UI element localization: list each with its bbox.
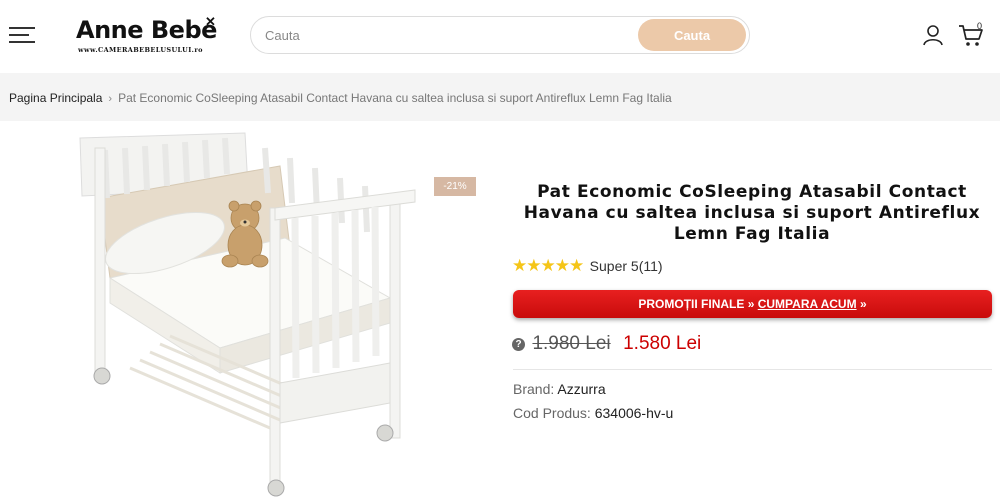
rating-text: Super 5(11) — [589, 258, 663, 274]
breadcrumb-current: Pat Economic CoSleeping Atasabil Contact… — [118, 91, 672, 105]
current-price: 1.580 Lei — [623, 333, 702, 354]
search-button[interactable]: Cauta — [638, 19, 746, 51]
help-icon[interactable]: ? — [512, 337, 525, 351]
breadcrumb-bar: Pagina Principala › Pat Economic CoSleepin… — [0, 73, 1000, 121]
star-icon: ★★★★★ — [512, 256, 584, 275]
brand-value[interactable]: Azzurra — [557, 381, 605, 397]
search-input[interactable] — [265, 25, 625, 45]
breadcrumb: Pagina Principala › Pat Economic CoSleepin… — [9, 91, 672, 105]
search-bar: Cauta — [250, 16, 750, 54]
promo-prefix: PROMOȚII FINALE » — [638, 297, 755, 311]
divider — [513, 369, 992, 370]
product-rating[interactable]: ★★★★★ Super 5(11) — [512, 256, 663, 275]
product-code-label: Cod Produs: — [513, 405, 591, 421]
product-image[interactable] — [70, 128, 430, 499]
price-row: ? 1.980 Lei 1.580 Lei — [512, 333, 701, 357]
site-logo[interactable]: Anne Bebe ✕ www.CAMERABEBELUSULUI.ro — [76, 14, 226, 58]
promo-button[interactable]: PROMOȚII FINALE » CUMPARA ACUM » — [513, 290, 992, 318]
logo-text: Anne Bebe — [76, 16, 217, 44]
brand-label: Brand: — [513, 381, 555, 397]
hamburger-menu-icon[interactable] — [9, 27, 35, 43]
brand-row: Brand: Azzurra — [513, 381, 606, 397]
product-code-row: Cod Produs: 634006-hv-u — [513, 405, 673, 421]
logo-mark-icon: ✕ — [205, 14, 216, 29]
cart-count-badge: 0 — [977, 21, 983, 31]
user-icon[interactable] — [922, 24, 944, 46]
promo-cta-link[interactable]: CUMPARA ACUM — [758, 297, 857, 311]
product-title: Pat Economic CoSleeping Atasabil Contact… — [523, 182, 981, 244]
discount-badge: -21% — [434, 177, 476, 196]
promo-suffix: » — [859, 297, 867, 311]
site-header: Anne Bebe ✕ www.CAMERABEBELUSULUI.ro Cau… — [0, 0, 1000, 72]
breadcrumb-home-link[interactable]: Pagina Principala — [9, 91, 102, 105]
product-code-value: 634006-hv-u — [594, 405, 674, 421]
old-price: 1.980 Lei — [532, 333, 611, 354]
logo-subtitle: www.CAMERABEBELUSULUI.ro — [78, 46, 203, 54]
chevron-right-icon: › — [108, 93, 113, 105]
